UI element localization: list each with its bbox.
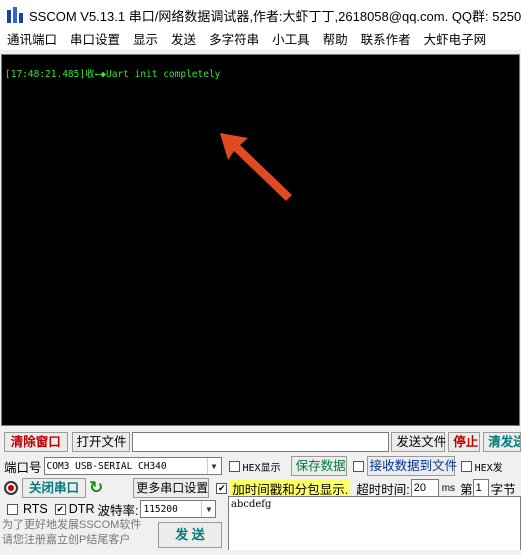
port-select[interactable]: COM3 USB-SERIAL CH340 ▼ xyxy=(43,457,222,475)
menu-port-settings[interactable]: 串口设置 xyxy=(63,30,126,50)
receive-to-file-button[interactable]: 接收数据到文件 xyxy=(366,456,457,476)
port-label: 端口号 xyxy=(4,460,42,475)
menu-contact-author[interactable]: 联系作者 xyxy=(354,30,417,50)
frame-label: 第 xyxy=(460,482,473,497)
options-row-1: 端口号 COM3 USB-SERIAL CH340 ▼ HEX显示 保存数据 接… xyxy=(4,456,521,476)
chevron-down-icon: ▼ xyxy=(206,458,221,474)
record-icon xyxy=(4,481,18,495)
send-textarea[interactable]: abcdefg xyxy=(228,496,521,555)
send-text-content: abcdefg xyxy=(231,499,272,510)
baud-selected-value: 115200 xyxy=(143,503,178,515)
timestamp-checkbox[interactable]: ✔ xyxy=(216,482,228,494)
baud-select[interactable]: 115200 ▼ xyxy=(140,500,217,518)
clear-send-button[interactable]: 清发送 xyxy=(483,432,521,452)
menu-display[interactable]: 显示 xyxy=(126,30,164,50)
dtr-checkbox[interactable]: ✔ xyxy=(54,503,66,515)
dtr-label: DTR xyxy=(68,502,95,516)
hex-send-checkbox[interactable] xyxy=(460,460,472,472)
bottom-strip xyxy=(0,550,521,555)
chevron-down-icon: ▼ xyxy=(201,501,215,517)
menu-tools[interactable]: 小工具 xyxy=(265,30,316,50)
baud-label: 波特率: xyxy=(97,503,139,518)
frame-input[interactable]: 1 xyxy=(472,479,489,497)
red-arrow-annotation xyxy=(220,133,292,201)
close-port-button[interactable]: 关闭串口 xyxy=(22,478,86,498)
promo-line-1: 为了更好地发展SSCOM软件 xyxy=(2,519,142,531)
timeout-label: 超时时间: xyxy=(356,482,410,497)
timeout-unit: ms xyxy=(441,482,456,494)
menu-daxia-site[interactable]: 大虾电子网 xyxy=(417,30,493,50)
promo-text: 为了更好地发展SSCOM软件 请您注册嘉立创P结尾客户 xyxy=(2,518,142,548)
menu-bar: 通讯端口 串口设置 显示 发送 多字符串 小工具 帮助 联系作者 大虾电子网 xyxy=(0,30,521,50)
send-file-button[interactable]: 发送文件 xyxy=(391,432,446,452)
frame-unit: 字节 xyxy=(490,482,516,497)
file-toolbar: 清除窗口 打开文件 发送文件 停止 清发送 xyxy=(0,432,521,452)
window-title: SSCOM V5.13.1 串口/网络数据调试器,作者:大虾丁丁,2618058… xyxy=(29,8,521,24)
stop-button[interactable]: 停止 xyxy=(448,432,481,452)
open-file-button[interactable]: 打开文件 xyxy=(71,432,130,452)
timestamp-label: 加时间戳和分包显示. xyxy=(230,478,351,498)
receive-to-file-checkbox[interactable] xyxy=(352,460,364,472)
refresh-icon[interactable]: ↻ xyxy=(89,479,103,497)
menu-help[interactable]: 帮助 xyxy=(316,30,354,50)
timeout-input[interactable]: 20 xyxy=(410,479,439,497)
hex-display-label: HEX显示 xyxy=(242,462,281,474)
save-data-button[interactable]: 保存数据 xyxy=(290,456,347,476)
promo-line-2: 请您注册嘉立创P结尾客户 xyxy=(2,534,131,546)
send-button[interactable]: 发 送 xyxy=(158,522,222,548)
file-path-input[interactable] xyxy=(131,432,390,452)
menu-comm-port[interactable]: 通讯端口 xyxy=(0,30,63,50)
clear-window-button[interactable]: 清除窗口 xyxy=(4,432,68,452)
port-selected-value: COM3 USB-SERIAL CH340 xyxy=(46,460,167,472)
hex-send-label: HEX发 xyxy=(474,462,503,474)
hex-display-checkbox[interactable] xyxy=(228,460,240,472)
title-bar: SSCOM V5.13.1 串口/网络数据调试器,作者:大虾丁丁,2618058… xyxy=(0,0,521,30)
sscom-logo-icon xyxy=(6,6,23,24)
menu-multi-string[interactable]: 多字符串 xyxy=(202,30,265,50)
more-port-settings-button[interactable]: 更多串口设置 xyxy=(133,478,210,498)
terminal-line: [17:48:21.485]收←◆Uart init completely xyxy=(5,69,221,80)
rts-checkbox[interactable] xyxy=(7,503,18,515)
receive-terminal[interactable]: [17:48:21.485]收←◆Uart init completely xyxy=(1,54,520,426)
options-row-2: 关闭串口 ↻ 更多串口设置 ✔ 加时间戳和分包显示. 超时时间: 20 ms 第… xyxy=(4,478,521,498)
options-row-3: RTS ✔ DTR 波特率: 115200 ▼ xyxy=(4,499,228,519)
menu-send[interactable]: 发送 xyxy=(164,30,202,50)
rts-label: RTS xyxy=(23,502,48,516)
